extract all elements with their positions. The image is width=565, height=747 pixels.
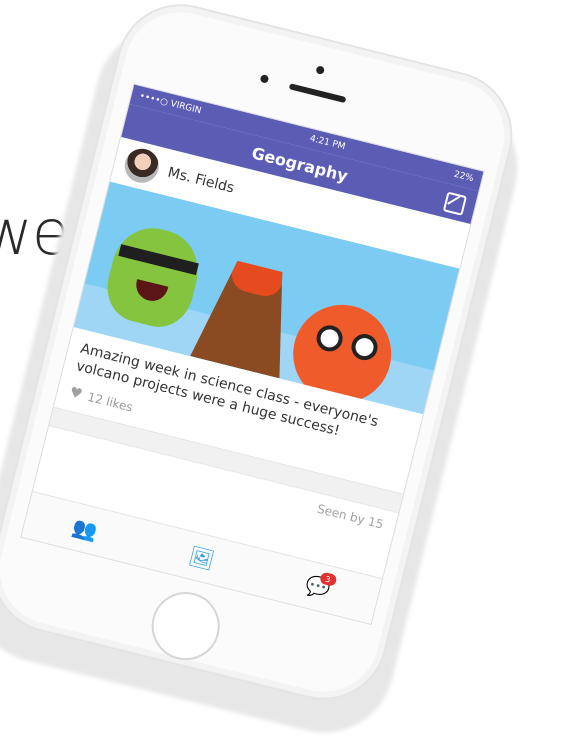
front-camera (315, 65, 326, 75)
phone-device: ••••○ VIRGIN 4:21 PM 22% Geography Ms. F… (0, 0, 526, 714)
compose-icon[interactable] (442, 191, 468, 216)
volcano-illustration (190, 255, 304, 378)
author-name[interactable]: Ms. Fields (166, 165, 236, 197)
avatar[interactable] (121, 145, 163, 187)
home-button[interactable] (144, 584, 227, 668)
earpiece-speaker (288, 83, 347, 104)
battery-label: 22% (452, 169, 475, 185)
proximity-sensor (259, 74, 270, 84)
heart-icon[interactable]: ♥ (68, 385, 84, 404)
green-monster-illustration (99, 219, 207, 334)
likes-count: 12 likes (86, 390, 135, 415)
people-icon[interactable]: 👥 (70, 514, 100, 543)
photo-icon[interactable]: 🖼 (186, 543, 216, 572)
messages-badge: 3 (318, 571, 338, 587)
chat-icon[interactable]: 💬 3 (303, 571, 338, 602)
